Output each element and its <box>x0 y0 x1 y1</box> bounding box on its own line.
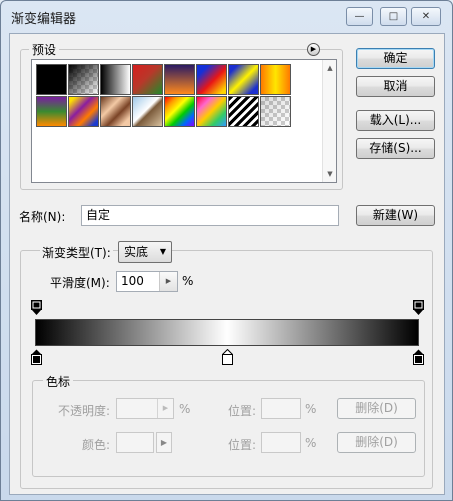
smoothness-unit: % <box>182 274 194 288</box>
preset-swatch-copper[interactable] <box>100 96 131 127</box>
stops-legend: 色标 <box>43 373 74 390</box>
opacity-arrow-icon[interactable]: ▶ <box>157 399 173 418</box>
preset-swatch-black-white[interactable] <box>100 64 131 95</box>
opacity-label: 不透明度: <box>58 404 111 418</box>
preset-swatch-chrome[interactable] <box>132 96 163 127</box>
preset-swatch-foreground-to-transparent[interactable] <box>68 64 99 95</box>
new-button[interactable]: 新建(W) <box>356 205 435 226</box>
opacity-input[interactable]: ▶ <box>116 398 174 419</box>
preset-swatch-violet-orange[interactable] <box>164 64 195 95</box>
color-location-label: 位置: <box>228 438 257 452</box>
dialog-content: 预设 ▶ ▲ ▼ 确定 取消 载入(L)... 存储(S)... 名称(N): … <box>9 33 445 495</box>
opacity-stop-right[interactable] <box>413 300 424 316</box>
smoothness-label: 平滑度(M): <box>50 276 110 290</box>
opacity-location-input[interactable] <box>261 398 301 419</box>
title-bar[interactable]: 渐变编辑器 — □ ✕ <box>1 1 452 31</box>
preset-swatch-yellow-violet-orange-blue[interactable] <box>68 96 99 127</box>
close-button[interactable]: ✕ <box>411 7 441 26</box>
cancel-button[interactable]: 取消 <box>356 76 435 97</box>
preset-swatch-foreground-to-background[interactable] <box>36 64 67 95</box>
opacity-stop-left[interactable] <box>31 300 42 316</box>
gradient-type-select[interactable]: 实底 ▼ <box>118 241 172 263</box>
gradient-editor-window: 渐变编辑器 — □ ✕ 预设 ▶ ▲ ▼ 确定 取消 载入(L)... 存储(S… <box>0 0 453 501</box>
gradient-type-value: 实底 <box>124 245 149 259</box>
preset-swatch-transparent-rainbow[interactable] <box>196 96 227 127</box>
preset-swatch-orange-yellow-orange[interactable] <box>260 64 291 95</box>
presets-list[interactable]: ▲ ▼ <box>31 59 337 183</box>
presets-scrollbar[interactable]: ▲ ▼ <box>322 60 336 182</box>
preset-swatch-spectrum[interactable] <box>164 96 195 127</box>
load-button[interactable]: 载入(L)... <box>356 110 435 131</box>
delete-opacity-stop-button[interactable]: 删除(D) <box>337 398 416 419</box>
opacity-unit: % <box>179 402 191 416</box>
opacity-location-label: 位置: <box>228 404 257 418</box>
smoothness-input[interactable]: 100 ▶ <box>116 271 178 292</box>
color-swatch-field[interactable] <box>116 432 154 453</box>
name-input[interactable]: 自定 <box>81 205 339 226</box>
presets-menu-arrow-icon[interactable]: ▶ <box>307 43 320 56</box>
chevron-down-icon: ▼ <box>159 247 166 256</box>
smoothness-value: 100 <box>121 274 144 288</box>
smoothness-arrow-icon[interactable]: ▶ <box>159 272 177 291</box>
opacity-location-unit: % <box>305 402 317 416</box>
save-button[interactable]: 存储(S)... <box>356 138 435 159</box>
color-stop-left[interactable] <box>31 349 42 365</box>
presets-legend: 预设 <box>29 41 60 58</box>
scroll-down-icon[interactable]: ▼ <box>323 168 337 180</box>
name-label: 名称(N): <box>19 210 66 224</box>
color-label: 颜色: <box>82 438 111 452</box>
gradient-preview-bar[interactable] <box>35 319 419 346</box>
ok-button[interactable]: 确定 <box>356 48 435 69</box>
window-title: 渐变编辑器 <box>11 12 77 27</box>
gradient-type-label: 渐变类型(T): <box>40 244 113 261</box>
delete-color-stop-button[interactable]: 删除(D) <box>337 432 416 453</box>
maximize-button[interactable]: □ <box>380 7 407 26</box>
color-stop-middle[interactable] <box>221 348 234 365</box>
preset-swatch-blue-red-yellow[interactable] <box>196 64 227 95</box>
color-location-unit: % <box>305 436 317 450</box>
stops-group <box>32 380 425 477</box>
color-arrow-icon[interactable]: ▶ <box>156 432 172 453</box>
scroll-up-icon[interactable]: ▲ <box>323 62 337 74</box>
preset-swatch-violet-green-orange[interactable] <box>36 96 67 127</box>
preset-swatch-red-green[interactable] <box>132 64 163 95</box>
preset-swatch-neutral-density[interactable] <box>260 96 291 127</box>
preset-swatch-transparent-stripes[interactable] <box>228 96 259 127</box>
color-stop-right[interactable] <box>413 349 424 365</box>
minimize-button[interactable]: — <box>346 7 373 26</box>
preset-swatch-blue-yellow-blue[interactable] <box>228 64 259 95</box>
color-location-input[interactable] <box>261 432 301 453</box>
